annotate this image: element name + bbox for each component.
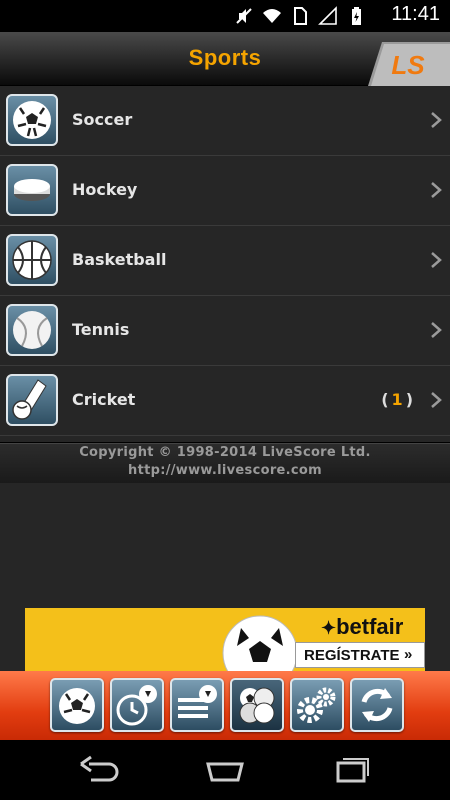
status-icons bbox=[234, 5, 366, 27]
chevron-right-icon bbox=[431, 322, 442, 338]
chevron-right-icon bbox=[431, 252, 442, 268]
website-link[interactable]: http://www.livescore.com bbox=[0, 462, 450, 480]
soccer-ball-icon bbox=[59, 688, 95, 724]
empty-area bbox=[0, 483, 450, 608]
sports-tab[interactable] bbox=[50, 678, 104, 732]
sport-label: Hockey bbox=[72, 180, 138, 199]
status-bar: 11:41 bbox=[0, 0, 450, 32]
clock-time: 11:41 bbox=[391, 3, 440, 25]
soccer-ball-icon bbox=[6, 94, 58, 146]
sport-label: Cricket bbox=[72, 390, 136, 409]
back-icon[interactable] bbox=[75, 754, 125, 786]
basketball-icon bbox=[6, 234, 58, 286]
cricket-icon bbox=[6, 374, 58, 426]
refresh-icon bbox=[361, 688, 393, 722]
signal-icon bbox=[318, 6, 337, 25]
refresh-tab[interactable] bbox=[350, 678, 404, 732]
system-nav-bar bbox=[0, 740, 450, 800]
live-scores-tab[interactable] bbox=[110, 678, 164, 732]
sport-row-basketball[interactable]: Basketball bbox=[0, 226, 450, 296]
ad-brand: ✦betfair bbox=[321, 614, 404, 639]
svg-text:LS: LS bbox=[391, 50, 425, 80]
betfair-logo-icon: ✦ bbox=[321, 618, 337, 638]
sport-label: Soccer bbox=[72, 110, 133, 129]
gears-icon bbox=[297, 687, 336, 723]
chevron-right-icon bbox=[431, 182, 442, 198]
sport-label: Basketball bbox=[72, 250, 167, 269]
ad-container: ✦betfair REGÍSTRATE » bbox=[0, 608, 450, 671]
soccer-ball-icon bbox=[222, 615, 298, 671]
livescore-logo: LS bbox=[368, 42, 450, 86]
wifi-icon bbox=[263, 9, 281, 23]
multi-ball-icon bbox=[239, 687, 275, 724]
sports-list: Soccer Hockey Basketball Tennis Cricket … bbox=[0, 86, 450, 442]
betfair-ad-banner[interactable]: ✦betfair REGÍSTRATE » bbox=[25, 608, 425, 671]
copyright-footer: Copyright © 1998-2014 LiveScore Ltd. htt… bbox=[0, 443, 450, 483]
chevron-right-icon bbox=[431, 392, 442, 408]
app-header: Sports LS bbox=[0, 32, 450, 86]
register-button[interactable]: REGÍSTRATE » bbox=[295, 642, 425, 668]
list-icon bbox=[178, 685, 217, 718]
live-count-value: 1 bbox=[391, 390, 406, 409]
home-icon[interactable] bbox=[200, 754, 250, 786]
tennis-ball-icon bbox=[6, 304, 58, 356]
all-sports-tab[interactable] bbox=[230, 678, 284, 732]
competitions-tab[interactable] bbox=[170, 678, 224, 732]
bottom-toolbar bbox=[0, 671, 450, 740]
recent-apps-icon[interactable] bbox=[326, 754, 376, 786]
copyright-text: Copyright © 1998-2014 LiveScore Ltd. bbox=[79, 445, 371, 460]
sim-icon bbox=[294, 7, 307, 25]
mute-icon bbox=[236, 8, 252, 24]
battery-icon bbox=[352, 7, 361, 25]
chevron-right-icon bbox=[431, 112, 442, 128]
settings-tab[interactable] bbox=[290, 678, 344, 732]
sport-label: Tennis bbox=[72, 320, 130, 339]
sport-row-tennis[interactable]: Tennis bbox=[0, 296, 450, 366]
sport-row-hockey[interactable]: Hockey bbox=[0, 156, 450, 226]
sport-row-cricket[interactable]: Cricket (1) bbox=[0, 366, 450, 436]
hockey-puck-icon bbox=[6, 164, 58, 216]
sport-row-soccer[interactable]: Soccer bbox=[0, 86, 450, 156]
clock-icon bbox=[116, 685, 157, 726]
live-count-badge: (1) bbox=[381, 390, 416, 409]
